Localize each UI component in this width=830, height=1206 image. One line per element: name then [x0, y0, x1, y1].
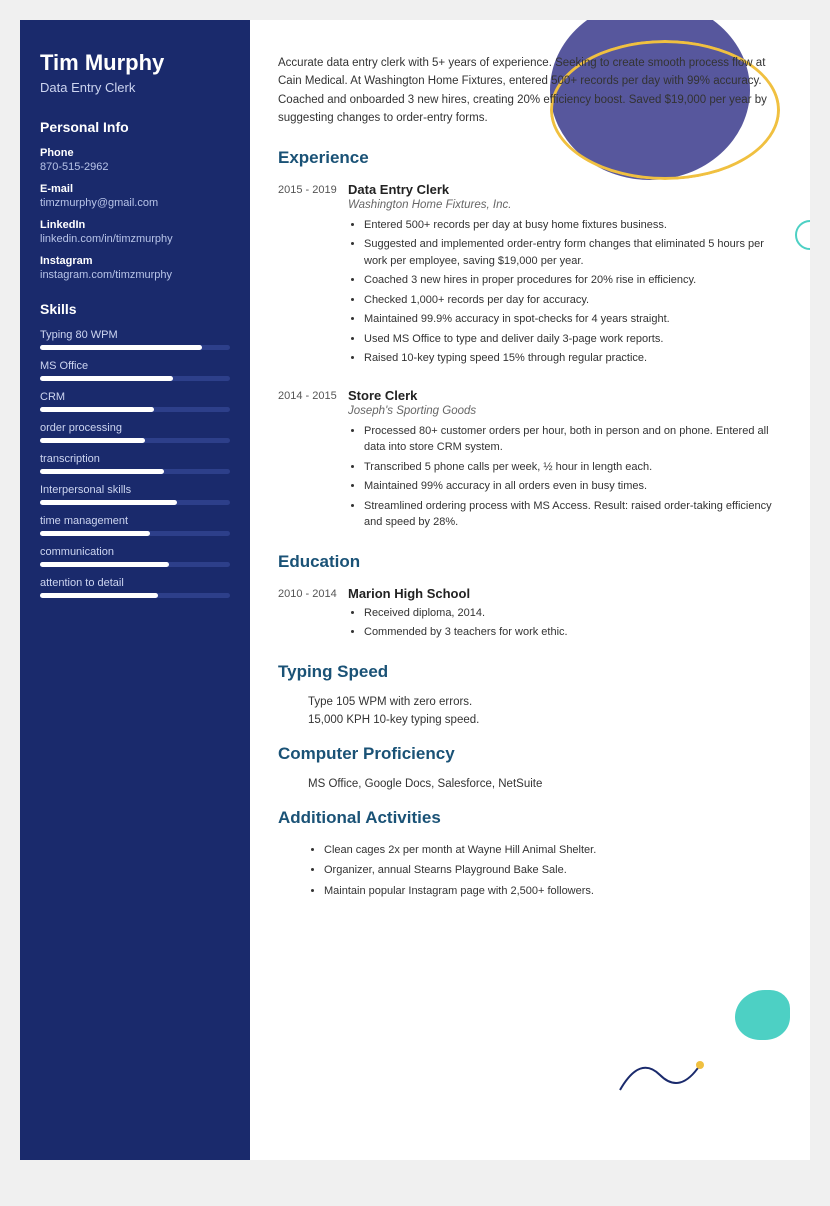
job-bullet: Maintained 99.9% accuracy in spot-checks… [364, 311, 782, 328]
skill-bar-fill [40, 376, 173, 381]
job-bullet: Coached 3 new hires in proper procedures… [364, 272, 782, 289]
instagram-value: instagram.com/timzmurphy [40, 269, 230, 281]
skill-name: Interpersonal skills [40, 484, 230, 496]
skill-bar-fill [40, 593, 158, 598]
skills-heading: Skills [40, 301, 230, 317]
education-heading: Education [278, 552, 782, 574]
skill-bar-fill [40, 469, 164, 474]
skill-name: communication [40, 546, 230, 558]
edu-content: Marion High School Received diploma, 2014… [348, 586, 782, 644]
skill-bar-bg [40, 562, 230, 567]
skill-bar-bg [40, 593, 230, 598]
skill-bar-fill [40, 500, 177, 505]
resume-page: Tim Murphy Data Entry Clerk Personal Inf… [20, 20, 810, 1160]
activities-section: Additional Activities Clean cages 2x per… [278, 808, 782, 900]
activities-heading: Additional Activities [278, 808, 782, 830]
jobs-list: 2015 - 2019Data Entry Clerk Washington Ho… [278, 182, 782, 534]
skill-name: attention to detail [40, 577, 230, 589]
job-content: Data Entry Clerk Washington Home Fixtures… [348, 182, 782, 370]
job-title: Store Clerk [348, 388, 782, 403]
skill-bar-bg [40, 407, 230, 412]
job-block: 2014 - 2015Store Clerk Joseph's Sporting … [278, 388, 782, 534]
computer-text: MS Office, Google Docs, Salesforce, NetS… [278, 778, 782, 790]
edu-bullet: Commended by 3 teachers for work ethic. [364, 624, 782, 641]
computer-section: Computer Proficiency MS Office, Google D… [278, 744, 782, 790]
edu-dates: 2010 - 2014 [278, 586, 348, 644]
edu-bullets: Received diploma, 2014. Commended by 3 te… [348, 605, 782, 641]
job-company: Washington Home Fixtures, Inc. [348, 199, 782, 211]
email-label: E-mail [40, 183, 230, 195]
summary-text: Accurate data entry clerk with 5+ years … [278, 54, 782, 128]
skills-list: Typing 80 WPM MS Office CRM order processin… [40, 329, 230, 598]
job-bullets: Entered 500+ records per day at busy hom… [348, 217, 782, 367]
typing-section: Typing Speed Type 105 WPM with zero erro… [278, 662, 782, 726]
skill-bar-bg [40, 376, 230, 381]
phone-label: Phone [40, 147, 230, 159]
skill-bar-bg [40, 469, 230, 474]
main-content: Accurate data entry clerk with 5+ years … [250, 20, 810, 1160]
job-bullet: Transcribed 5 phone calls per week, ½ ho… [364, 459, 782, 476]
job-bullet: Raised 10-key typing speed 15% through r… [364, 350, 782, 367]
activity-item: Organizer, annual Stearns Playground Bak… [324, 862, 782, 879]
activities-list: Clean cages 2x per month at Wayne Hill A… [278, 842, 782, 900]
candidate-name: Tim Murphy [40, 50, 230, 76]
skill-name: Typing 80 WPM [40, 329, 230, 341]
edu-bullet: Received diploma, 2014. [364, 605, 782, 622]
experience-section: Experience 2015 - 2019Data Entry Clerk Wa… [278, 148, 782, 534]
job-dates: 2015 - 2019 [278, 182, 348, 370]
skill-bar-fill [40, 438, 145, 443]
activity-item: Clean cages 2x per month at Wayne Hill A… [324, 842, 782, 859]
skill-bar-fill [40, 531, 150, 536]
skill-name: transcription [40, 453, 230, 465]
sidebar: Tim Murphy Data Entry Clerk Personal Inf… [20, 20, 250, 1160]
computer-heading: Computer Proficiency [278, 744, 782, 766]
job-dates: 2014 - 2015 [278, 388, 348, 534]
job-bullet: Checked 1,000+ records per day for accur… [364, 292, 782, 309]
candidate-title: Data Entry Clerk [40, 80, 230, 95]
job-title: Data Entry Clerk [348, 182, 782, 197]
linkedin-value: linkedin.com/in/timzmurphy [40, 233, 230, 245]
job-company: Joseph's Sporting Goods [348, 405, 782, 417]
job-content: Store Clerk Joseph's Sporting Goods Proces… [348, 388, 782, 534]
skill-name: order processing [40, 422, 230, 434]
education-section: Education 2010 - 2014Marion High School R… [278, 552, 782, 644]
job-bullet: Processed 80+ customer orders per hour, … [364, 423, 782, 456]
activity-item: Maintain popular Instagram page with 2,5… [324, 883, 782, 900]
skill-bar-fill [40, 345, 202, 350]
skill-bar-bg [40, 500, 230, 505]
job-bullet: Suggested and implemented order-entry fo… [364, 236, 782, 269]
skill-bar-bg [40, 531, 230, 536]
typing-heading: Typing Speed [278, 662, 782, 684]
job-bullets: Processed 80+ customer orders per hour, … [348, 423, 782, 531]
typing-row: 15,000 KPH 10-key typing speed. [278, 714, 782, 726]
linkedin-label: LinkedIn [40, 219, 230, 231]
instagram-label: Instagram [40, 255, 230, 267]
typing-list: Type 105 WPM with zero errors. 15,000 KPH… [278, 696, 782, 726]
phone-value: 870-515-2962 [40, 161, 230, 173]
skill-bar-fill [40, 562, 169, 567]
skill-bar-bg [40, 345, 230, 350]
job-bullet: Maintained 99% accuracy in all orders ev… [364, 478, 782, 495]
email-value: timzmurphy@gmail.com [40, 197, 230, 209]
personal-info-heading: Personal Info [40, 119, 230, 135]
edu-school-name: Marion High School [348, 586, 782, 601]
job-block: 2015 - 2019Data Entry Clerk Washington Ho… [278, 182, 782, 370]
job-bullet: Used MS Office to type and deliver daily… [364, 331, 782, 348]
skill-bar-fill [40, 407, 154, 412]
skill-name: time management [40, 515, 230, 527]
edu-block: 2010 - 2014Marion High School Received di… [278, 586, 782, 644]
skill-name: CRM [40, 391, 230, 403]
experience-heading: Experience [278, 148, 782, 170]
job-bullet: Entered 500+ records per day at busy hom… [364, 217, 782, 234]
education-list: 2010 - 2014Marion High School Received di… [278, 586, 782, 644]
skill-name: MS Office [40, 360, 230, 372]
job-bullet: Streamlined ordering process with MS Acc… [364, 498, 782, 531]
typing-row: Type 105 WPM with zero errors. [278, 696, 782, 708]
skill-bar-bg [40, 438, 230, 443]
